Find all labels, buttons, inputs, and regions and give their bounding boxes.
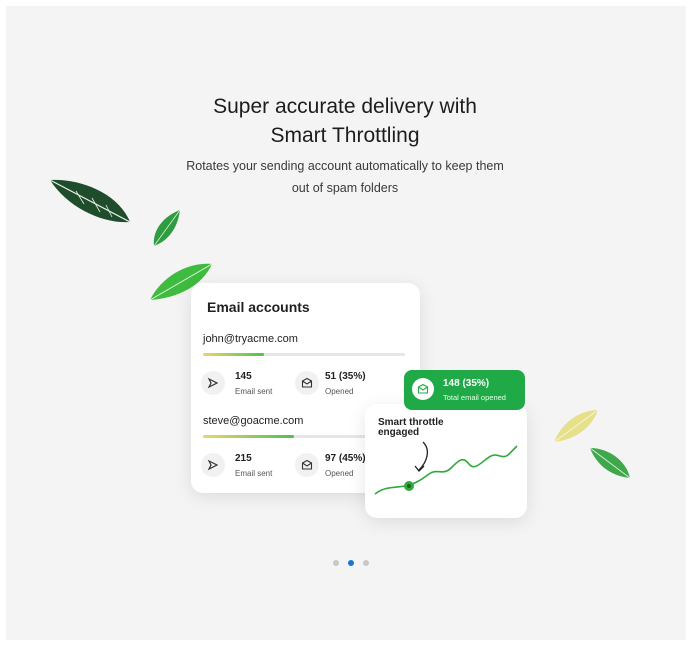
total-opened-value: 148 (35%) xyxy=(443,378,490,389)
account-progress-fill xyxy=(203,353,264,356)
opened-label: Opened xyxy=(325,387,354,396)
carousel-dot-1[interactable] xyxy=(333,560,339,566)
total-opened-label: Total email opened xyxy=(443,393,506,402)
sent-label: Email sent xyxy=(235,387,273,396)
envelope-open-icon xyxy=(295,453,319,477)
sent-count: 145 xyxy=(235,371,252,382)
envelope-open-icon xyxy=(295,371,319,395)
carousel-dot-2[interactable] xyxy=(348,560,354,566)
small-leaf-icon xyxy=(153,209,181,247)
hero-title-line1: Super accurate delivery with xyxy=(213,95,477,118)
yellow-leaf-icon xyxy=(553,409,599,443)
email-accounts-title: Email accounts xyxy=(207,299,310,315)
send-icon xyxy=(201,453,225,477)
total-opened-badge: 148 (35%) Total email opened xyxy=(404,370,525,410)
account-email: steve@goacme.com xyxy=(203,415,304,427)
account-progress-track xyxy=(203,353,405,356)
send-icon xyxy=(201,371,225,395)
sent-label: Email sent xyxy=(235,469,273,478)
green-leaf-right-icon xyxy=(589,447,631,479)
throttle-line-chart xyxy=(374,441,518,495)
opened-count: 97 (45%) xyxy=(325,453,366,464)
dark-leaf-icon xyxy=(49,179,131,223)
opened-count: 51 (35%) xyxy=(325,371,366,382)
carousel-dot-3[interactable] xyxy=(363,560,369,566)
account-progress-fill xyxy=(203,435,294,438)
envelope-open-icon xyxy=(412,378,434,400)
account-email: john@tryacme.com xyxy=(203,333,298,345)
opened-label: Opened xyxy=(325,469,354,478)
hero-title-line2: Smart Throttling xyxy=(270,124,420,147)
smart-throttle-card: Smart throttle engaged xyxy=(365,404,527,518)
sent-count: 215 xyxy=(235,453,252,464)
